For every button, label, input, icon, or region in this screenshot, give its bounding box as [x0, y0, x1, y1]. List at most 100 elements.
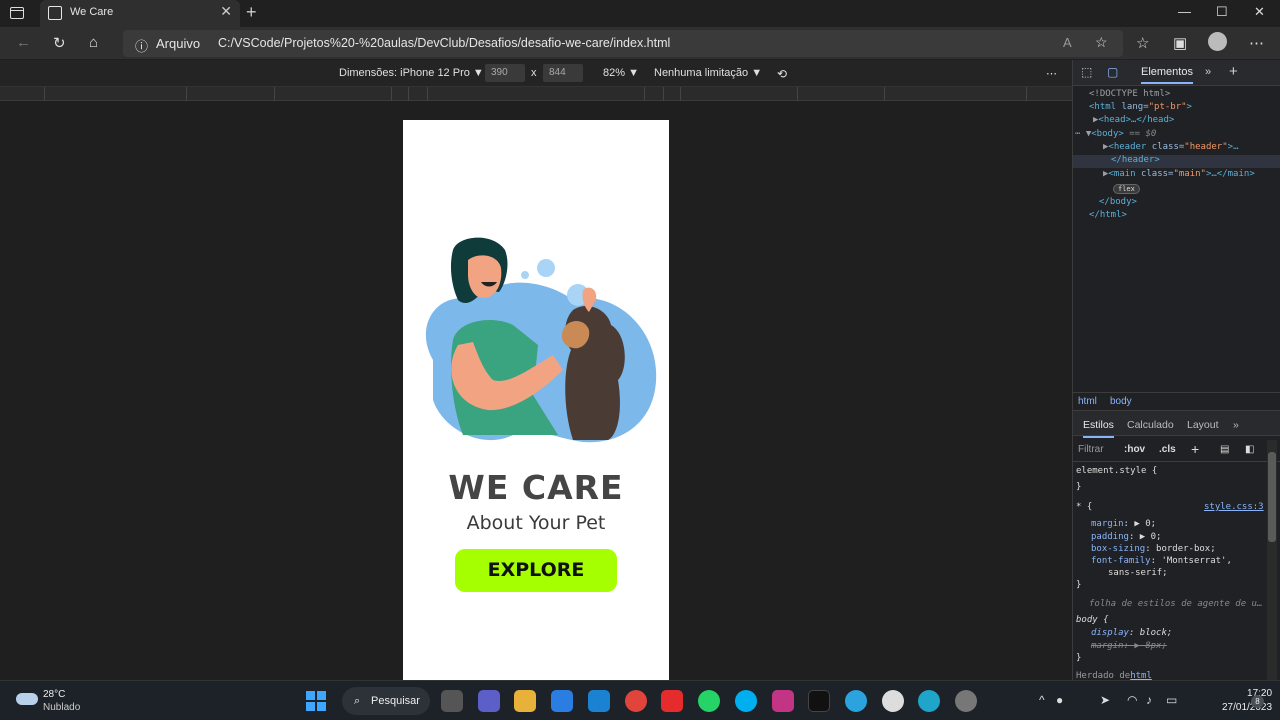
filter-input[interactable]: Filtrar [1078, 444, 1104, 455]
tab-actions-icon[interactable] [10, 6, 28, 20]
task-view-icon[interactable] [441, 690, 463, 712]
decl-display[interactable]: display: block; [1091, 628, 1172, 638]
width-input[interactable]: 390 [485, 64, 525, 82]
decl-margin[interactable]: margin: ▶ 0; [1091, 519, 1156, 529]
sidebar-toggle-icon[interactable]: ◧ [1245, 444, 1254, 455]
tab-layout[interactable]: Layout [1187, 419, 1219, 431]
throttle-select[interactable]: Nenhuma limitação ▼ [654, 67, 762, 79]
dom-header-close[interactable]: </header> [1111, 155, 1160, 165]
minimize-icon[interactable]: — [1178, 4, 1191, 19]
hov-toggle[interactable]: :hov [1124, 444, 1145, 455]
read-aloud-icon[interactable]: A [1063, 35, 1072, 50]
universal-selector[interactable]: * { [1076, 502, 1092, 512]
html-open-tag: <html [1089, 102, 1122, 112]
skype-icon[interactable] [735, 690, 757, 712]
volume-icon[interactable]: ♪ [1146, 693, 1152, 707]
chrome-icon[interactable] [625, 690, 647, 712]
clock-app-icon[interactable] [882, 690, 904, 712]
store-icon[interactable] [551, 690, 573, 712]
taskbar-search[interactable]: ⌕ Pesquisar [342, 687, 430, 715]
dom-main[interactable]: ▶<main class="main">…</main> [1103, 169, 1255, 179]
weather-description[interactable]: Nublado [43, 702, 80, 713]
edge-icon[interactable] [918, 690, 940, 712]
stylesheet-link[interactable]: style.css:3 [1204, 502, 1264, 512]
new-rule-icon[interactable]: + [1191, 441, 1199, 457]
explore-button[interactable]: EXPLORE [455, 549, 617, 592]
decl-box-sizing[interactable]: box-sizing: border-box; [1091, 544, 1216, 554]
title-bar: We Care ✕ + — ☐ ✕ [0, 0, 1280, 27]
rotate-icon[interactable]: ⟲ [777, 67, 787, 81]
back-icon[interactable]: ← [16, 34, 31, 51]
address-bar[interactable]: ⓘ Arquivo C:/VSCode/Projetos%20-%20aulas… [123, 30, 1123, 57]
more-tabs-icon[interactable]: » [1205, 66, 1211, 78]
home-icon[interactable]: ⌂ [89, 34, 98, 51]
cloud-icon[interactable] [16, 693, 38, 705]
send-icon[interactable]: ➤ [1100, 693, 1110, 707]
decl-ua-margin[interactable]: margin: ▶ 8px; [1091, 641, 1167, 651]
profile-avatar[interactable] [1208, 32, 1227, 51]
instagram-icon[interactable] [772, 690, 794, 712]
breadcrumb-html[interactable]: html [1078, 396, 1097, 407]
cls-toggle[interactable]: .cls [1159, 444, 1176, 455]
telegram-icon[interactable] [845, 690, 867, 712]
inherited-tag-link[interactable]: html [1130, 671, 1152, 680]
maximize-icon[interactable]: ☐ [1216, 4, 1228, 20]
dom-body-close[interactable]: </body> [1099, 197, 1137, 207]
device-toggle-icon[interactable]: ▢ [1107, 65, 1118, 79]
info-icon[interactable]: ⓘ [135, 36, 148, 55]
notification-badge[interactable]: 8 [1251, 695, 1264, 708]
device-dimensions-select[interactable]: Dimensões: iPhone 12 Pro ▼ [339, 67, 484, 79]
tab-computed[interactable]: Calculado [1127, 419, 1174, 431]
system-clock[interactable]: 17:20 27/01/2023 [1222, 688, 1272, 713]
body-selector[interactable]: body { [1076, 615, 1109, 625]
dom-head[interactable]: ▶<head>…</head> [1093, 115, 1174, 125]
add-favorite-icon[interactable]: ☆ [1095, 34, 1108, 51]
new-tab-icon[interactable]: + [246, 2, 257, 23]
dom-doctype[interactable]: <!DOCTYPE html> [1089, 89, 1170, 99]
tray-app-icon[interactable]: ● [1056, 693, 1063, 707]
decl-font-family[interactable]: font-family: 'Montserrat', [1091, 556, 1232, 566]
weather-temperature[interactable]: 28°C [43, 689, 65, 700]
whatsapp-icon[interactable] [698, 690, 720, 712]
styles-scrollbar[interactable] [1267, 440, 1277, 680]
device-more-icon[interactable]: ⋯ [1046, 67, 1057, 80]
main-class-attr: class= [1140, 169, 1174, 179]
file-explorer-icon[interactable] [514, 690, 536, 712]
element-style-rule[interactable]: element.style { [1076, 466, 1157, 476]
decl-padding[interactable]: padding: ▶ 0; [1091, 532, 1161, 542]
add-tab-icon[interactable]: + [1229, 63, 1238, 80]
zoom-select[interactable]: 82% ▼ [603, 67, 639, 79]
favorites-icon[interactable]: ☆ [1136, 34, 1149, 52]
more-subtabs-icon[interactable]: » [1233, 419, 1239, 431]
flex-badge[interactable]: flex [1113, 184, 1140, 194]
dom-html-open[interactable]: <html lang="pt-br"> [1089, 102, 1192, 112]
browser-tab[interactable]: We Care ✕ [40, 0, 240, 27]
breadcrumb-body[interactable]: body [1110, 396, 1132, 407]
chat-icon[interactable] [478, 690, 500, 712]
app-red-icon[interactable] [661, 690, 683, 712]
close-tab-icon[interactable]: ✕ [220, 3, 232, 20]
scrollbar-thumb[interactable] [1268, 452, 1276, 542]
tab-styles[interactable]: Estilos [1083, 419, 1114, 438]
battery-icon[interactable]: ▭ [1166, 693, 1177, 707]
dom-body-open[interactable]: ⋯ ▼<body> == $0 [1075, 129, 1156, 139]
start-icon[interactable] [305, 690, 327, 712]
show-hidden-icons[interactable]: ^ [1039, 693, 1045, 707]
more-options-icon[interactable]: ⋯ [1249, 34, 1264, 52]
close-window-icon[interactable]: ✕ [1254, 4, 1265, 20]
settings-icon[interactable] [955, 690, 977, 712]
page-subtitle: About Your Pet [466, 512, 606, 534]
dom-header[interactable]: ▶<header class="header">… [1103, 142, 1239, 152]
address-url[interactable]: C:/VSCode/Projetos%20-%20aulas/DevClub/D… [218, 36, 670, 50]
paint-icon[interactable]: ▤ [1220, 444, 1229, 455]
netflix-icon[interactable] [808, 690, 830, 712]
wifi-icon[interactable]: ◠ [1127, 693, 1137, 707]
tab-elements[interactable]: Elementos [1141, 66, 1193, 84]
node-menu-icon[interactable]: ⋯ [1075, 129, 1080, 139]
refresh-icon[interactable]: ↻ [53, 34, 66, 52]
collections-icon[interactable]: ▣ [1173, 34, 1187, 52]
vscode-icon[interactable] [588, 690, 610, 712]
height-input[interactable]: 844 [543, 64, 583, 82]
inspect-icon[interactable]: ⬚ [1081, 65, 1092, 79]
dom-html-close[interactable]: </html> [1089, 210, 1127, 220]
